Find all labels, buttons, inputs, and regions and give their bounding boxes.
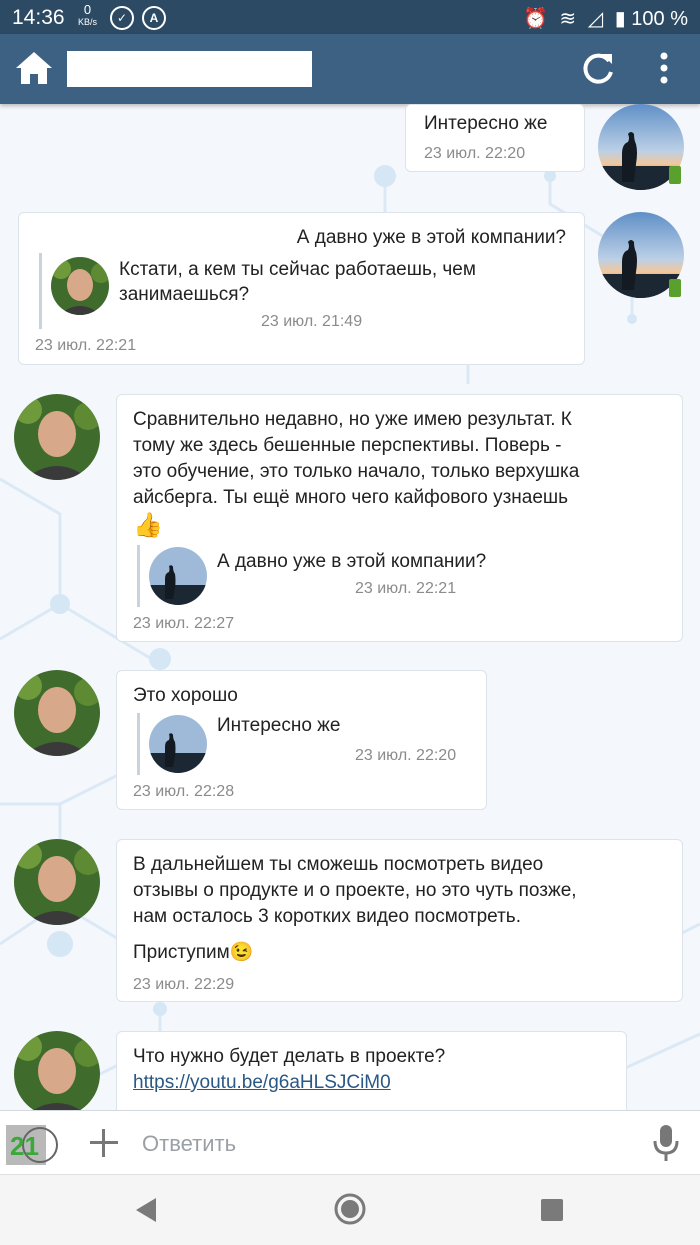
message-text-line3: нам осталось 3 коротких видео посмотреть… <box>133 906 521 927</box>
quoted-message[interactable] <box>137 545 140 607</box>
quoted-message[interactable] <box>39 253 42 329</box>
home-nav-button[interactable] <box>334 1193 366 1225</box>
message-text: Что нужно будет делать в проекте? <box>133 1046 446 1067</box>
avatar-contact[interactable] <box>14 1031 100 1110</box>
message-timestamp: 23 июл. 22:29 <box>133 976 235 993</box>
portrait-avatar-image <box>14 394 100 480</box>
status-right-group: ⏰ ≋ ◿ ▮ 100 % <box>523 6 688 31</box>
alarm-icon: ⏰ <box>522 8 548 30</box>
message-text-line2: отзывы о продукте и о проекте, но это чу… <box>133 880 577 901</box>
message-timestamp: 23 июл. 22:21 <box>35 337 137 354</box>
chat-title <box>67 51 312 87</box>
voice-message-button[interactable] <box>652 1125 680 1163</box>
wifi-icon: ≋ <box>559 8 577 30</box>
attach-button[interactable] <box>90 1129 118 1157</box>
message-timestamp: 23 июл. 22:27 <box>133 615 235 632</box>
app-bar <box>0 34 700 104</box>
message-text-line1: В дальнейшем ты сможешь посмотреть видео <box>133 854 544 875</box>
status-time: 14:36 <box>12 6 65 29</box>
portrait-avatar-image <box>51 257 109 315</box>
compose-bar: 21 <box>0 1110 700 1175</box>
silhouette-avatar-image <box>149 547 207 605</box>
avatar-contact[interactable] <box>14 670 100 756</box>
portrait-avatar-image <box>14 839 100 925</box>
message-text-line3: это обучение, это только начало, только … <box>133 461 580 482</box>
message-bubble[interactable]: А давно уже в этой компании? Кстати, а к… <box>18 212 585 365</box>
refresh-icon <box>583 53 613 84</box>
avatar-contact[interactable] <box>14 394 100 480</box>
mobile-device-icon <box>669 166 681 184</box>
mobile-device-icon <box>669 279 681 297</box>
message-timestamp: 23 июл. 22:28 <box>133 783 235 800</box>
counter-badge: 21 <box>10 1131 39 1161</box>
network-speed: 0 KB/s <box>78 3 97 28</box>
signal-icon: ◿ <box>587 8 604 30</box>
portrait-avatar-image <box>14 670 100 756</box>
quoted-text-line2: занимаешься? <box>119 284 250 305</box>
avatar-contact-small <box>51 257 109 315</box>
quoted-message[interactable] <box>137 713 140 775</box>
back-icon <box>136 1198 156 1222</box>
home-nav-icon <box>334 1193 366 1225</box>
message-bubble[interactable]: Интересно же 23 июл. 22:20 <box>405 104 585 172</box>
plus-icon <box>90 1129 118 1157</box>
network-speed-unit: KB/s <box>78 17 98 27</box>
message-text-line4: Приступим😉 <box>133 940 253 966</box>
portrait-avatar-image <box>14 1031 100 1110</box>
unread-counter[interactable]: 21 <box>6 1125 58 1165</box>
quoted-text: А давно уже в этой компании? <box>217 551 487 572</box>
message-text: А давно уже в этой компании? <box>296 227 566 248</box>
home-icon <box>16 52 52 84</box>
avatar-contact[interactable] <box>14 839 100 925</box>
more-vert-icon <box>660 52 668 84</box>
status-bar: 14:36 0 KB/s ✓ A ⏰ ≋ ◿ ▮ 100 % <box>0 0 700 34</box>
message-bubble[interactable]: Сравнительно недавно, но уже имею резуль… <box>116 394 683 642</box>
refresh-button[interactable] <box>578 48 618 88</box>
system-nav-bar <box>0 1174 700 1245</box>
home-button[interactable] <box>14 50 54 88</box>
message-bubble[interactable]: В дальнейшем ты сможешь посмотреть видео… <box>116 839 683 1002</box>
quoted-timestamp: 23 июл. 21:49 <box>261 313 363 330</box>
youtube-link[interactable]: https://youtu.be/g6aHLSJCiM0 <box>133 1070 391 1096</box>
quoted-text: Интересно же <box>217 715 341 736</box>
message-list[interactable]: Интересно же 23 июл. 22:20 А давно уже в… <box>0 104 700 1110</box>
quoted-text-line1: Кстати, а кем ты сейчас работаешь, чем <box>119 259 476 280</box>
wink-emoji: 😉 <box>229 942 254 963</box>
letter-badge-icon: A <box>142 6 166 30</box>
message-text-line4: айсберга. Ты ещё много чего кайфового уз… <box>133 487 569 508</box>
avatar-self-small <box>149 547 207 605</box>
message-text: Это хорошо <box>133 685 238 706</box>
message-text-line2: тому же здесь бешенные перспективы. Пове… <box>133 435 562 456</box>
more-options-button[interactable] <box>652 48 676 88</box>
check-circle-icon: ✓ <box>110 6 134 30</box>
battery-icon: ▮ <box>614 8 626 30</box>
message-bubble[interactable]: Это хорошо Интересно же 23 июл. 22:20 23… <box>116 670 487 810</box>
message-bubble[interactable]: Что нужно будет делать в проекте? https:… <box>116 1031 627 1110</box>
message-text-line1: Сравнительно недавно, но уже имею резуль… <box>133 409 572 430</box>
thumbs-up-emoji: 👍 <box>133 512 163 539</box>
network-speed-value: 0 <box>83 2 92 17</box>
mic-icon <box>653 1125 679 1161</box>
recents-icon <box>541 1199 563 1221</box>
recents-button[interactable] <box>541 1199 563 1221</box>
message-timestamp: 23 июл. 22:20 <box>424 145 526 162</box>
silhouette-avatar-image <box>149 715 207 773</box>
battery-percent: 100 % <box>631 8 688 30</box>
message-text: Интересно же <box>424 113 548 134</box>
avatar-self-small <box>149 715 207 773</box>
message-text-line4-text: Приступим <box>133 942 230 963</box>
quoted-timestamp: 23 июл. 22:20 <box>355 747 457 764</box>
quoted-timestamp: 23 июл. 22:21 <box>355 580 457 597</box>
reply-input[interactable] <box>140 1125 624 1163</box>
back-button[interactable] <box>134 1197 158 1223</box>
